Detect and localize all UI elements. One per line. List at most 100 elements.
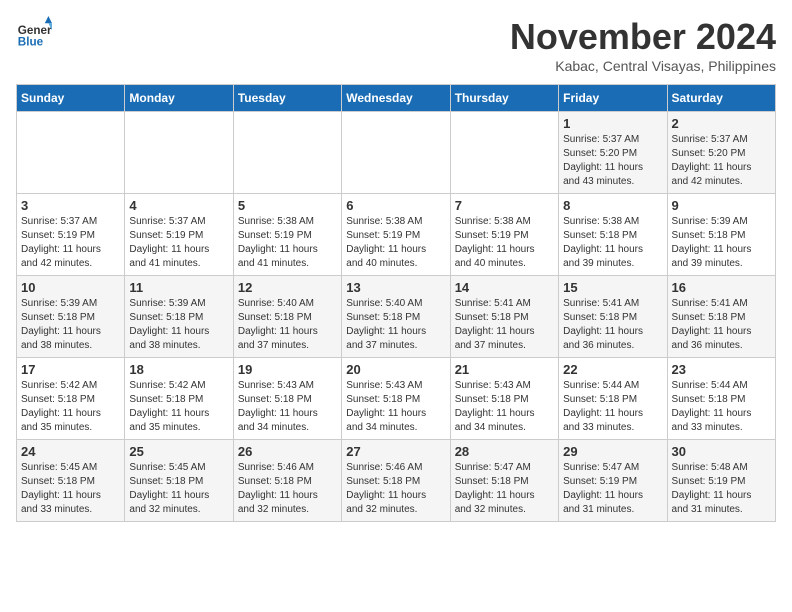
calendar-cell: 25 Sunrise: 5:45 AM Sunset: 5:18 PM Dayli… xyxy=(125,440,233,522)
day-number: 16 xyxy=(672,280,771,295)
day-info: Sunrise: 5:38 AM Sunset: 5:19 PM Dayligh… xyxy=(238,215,337,271)
day-info: Sunrise: 5:43 AM Sunset: 5:18 PM Dayligh… xyxy=(238,379,337,435)
location-title: Kabac, Central Visayas, Philippines xyxy=(510,58,776,74)
calendar-cell: 20Sunrise: 5:43 AM Sunset: 5:18 PM Dayli… xyxy=(342,358,450,440)
day-number: 1 xyxy=(563,116,662,131)
day-info: Sunrise: 5:37 AM Sunset: 5:20 PM Dayligh… xyxy=(672,133,771,189)
calendar-cell: 12 Sunrise: 5:40 AM Sunset: 5:18 PM Dayli… xyxy=(233,276,341,358)
day-info: Sunrise: 5:38 AM Sunset: 5:19 PM Dayligh… xyxy=(455,215,554,271)
day-info: Sunrise: 5:40 AM Sunset: 5:18 PM Dayligh… xyxy=(238,297,337,353)
calendar-week-row: 1 Sunrise: 5:37 AM Sunset: 5:20 PM Daylig… xyxy=(17,112,776,194)
calendar-cell: 5 Sunrise: 5:38 AM Sunset: 5:19 PM Daylig… xyxy=(233,194,341,276)
day-info: Sunrise: 5:39 AM Sunset: 5:18 PM Dayligh… xyxy=(129,297,228,353)
calendar-cell xyxy=(233,112,341,194)
day-info: Sunrise: 5:46 AM Sunset: 5:18 PM Dayligh… xyxy=(346,461,445,517)
day-info: Sunrise: 5:37 AM Sunset: 5:19 PM Dayligh… xyxy=(129,215,228,271)
month-title: November 2024 xyxy=(510,16,776,58)
day-info: Sunrise: 5:37 AM Sunset: 5:19 PM Dayligh… xyxy=(21,215,120,271)
calendar-cell: 2 Sunrise: 5:37 AM Sunset: 5:20 PM Daylig… xyxy=(667,112,775,194)
day-number: 4 xyxy=(129,198,228,213)
calendar-cell xyxy=(342,112,450,194)
day-info: Sunrise: 5:38 AM Sunset: 5:18 PM Dayligh… xyxy=(563,215,662,271)
calendar-header-cell: Sunday xyxy=(17,85,125,112)
logo: General Blue xyxy=(16,16,52,52)
calendar-cell: 1 Sunrise: 5:37 AM Sunset: 5:20 PM Daylig… xyxy=(559,112,667,194)
day-number: 19 xyxy=(238,362,337,377)
day-number: 29 xyxy=(563,444,662,459)
calendar-cell: 10 Sunrise: 5:39 AM Sunset: 5:18 PM Dayli… xyxy=(17,276,125,358)
day-info: Sunrise: 5:37 AM Sunset: 5:20 PM Dayligh… xyxy=(563,133,662,189)
svg-text:Blue: Blue xyxy=(18,36,44,49)
calendar-cell: 29 Sunrise: 5:47 AM Sunset: 5:19 PM Dayli… xyxy=(559,440,667,522)
day-number: 5 xyxy=(238,198,337,213)
day-info: Sunrise: 5:47 AM Sunset: 5:19 PM Dayligh… xyxy=(563,461,662,517)
logo-icon: General Blue xyxy=(16,16,52,52)
day-info: Sunrise: 5:43 AM Sunset: 5:18 PM Dayligh… xyxy=(455,379,554,435)
day-info: Sunrise: 5:47 AM Sunset: 5:18 PM Dayligh… xyxy=(455,461,554,517)
day-info: Sunrise: 5:46 AM Sunset: 5:18 PM Dayligh… xyxy=(238,461,337,517)
calendar-header-cell: Friday xyxy=(559,85,667,112)
calendar-week-row: 3 Sunrise: 5:37 AM Sunset: 5:19 PM Daylig… xyxy=(17,194,776,276)
calendar-header-cell: Monday xyxy=(125,85,233,112)
day-number: 6 xyxy=(346,198,445,213)
calendar-cell: 9 Sunrise: 5:39 AM Sunset: 5:18 PM Daylig… xyxy=(667,194,775,276)
calendar-cell: 8 Sunrise: 5:38 AM Sunset: 5:18 PM Daylig… xyxy=(559,194,667,276)
calendar-week-row: 10 Sunrise: 5:39 AM Sunset: 5:18 PM Dayli… xyxy=(17,276,776,358)
day-number: 7 xyxy=(455,198,554,213)
day-number: 3 xyxy=(21,198,120,213)
day-info: Sunrise: 5:39 AM Sunset: 5:18 PM Dayligh… xyxy=(672,215,771,271)
day-number: 12 xyxy=(238,280,337,295)
day-number: 10 xyxy=(21,280,120,295)
calendar-cell xyxy=(125,112,233,194)
day-number: 28 xyxy=(455,444,554,459)
calendar-cell: 21Sunrise: 5:43 AM Sunset: 5:18 PM Dayli… xyxy=(450,358,558,440)
day-number: 9 xyxy=(672,198,771,213)
day-info: Sunrise: 5:38 AM Sunset: 5:19 PM Dayligh… xyxy=(346,215,445,271)
calendar-week-row: 24 Sunrise: 5:45 AM Sunset: 5:18 PM Dayli… xyxy=(17,440,776,522)
day-info: Sunrise: 5:45 AM Sunset: 5:18 PM Dayligh… xyxy=(21,461,120,517)
day-number: 11 xyxy=(129,280,228,295)
calendar-table: SundayMondayTuesdayWednesdayThursdayFrid… xyxy=(16,84,776,522)
day-info: Sunrise: 5:44 AM Sunset: 5:18 PM Dayligh… xyxy=(563,379,662,435)
calendar-cell: 24 Sunrise: 5:45 AM Sunset: 5:18 PM Dayli… xyxy=(17,440,125,522)
calendar-cell: 16Sunrise: 5:41 AM Sunset: 5:18 PM Dayli… xyxy=(667,276,775,358)
calendar-cell: 28 Sunrise: 5:47 AM Sunset: 5:18 PM Dayli… xyxy=(450,440,558,522)
calendar-cell xyxy=(450,112,558,194)
calendar-cell: 6 Sunrise: 5:38 AM Sunset: 5:19 PM Daylig… xyxy=(342,194,450,276)
header: General Blue November 2024 Kabac, Centra… xyxy=(16,16,776,74)
calendar-cell: 17Sunrise: 5:42 AM Sunset: 5:18 PM Dayli… xyxy=(17,358,125,440)
calendar-cell: 14 Sunrise: 5:41 AM Sunset: 5:18 PM Dayli… xyxy=(450,276,558,358)
calendar-cell: 13 Sunrise: 5:40 AM Sunset: 5:18 PM Dayli… xyxy=(342,276,450,358)
day-info: Sunrise: 5:45 AM Sunset: 5:18 PM Dayligh… xyxy=(129,461,228,517)
day-number: 13 xyxy=(346,280,445,295)
calendar-body: 1 Sunrise: 5:37 AM Sunset: 5:20 PM Daylig… xyxy=(17,112,776,522)
day-number: 14 xyxy=(455,280,554,295)
calendar-cell: 30Sunrise: 5:48 AM Sunset: 5:19 PM Dayli… xyxy=(667,440,775,522)
day-info: Sunrise: 5:44 AM Sunset: 5:18 PM Dayligh… xyxy=(672,379,771,435)
day-info: Sunrise: 5:41 AM Sunset: 5:18 PM Dayligh… xyxy=(455,297,554,353)
day-number: 24 xyxy=(21,444,120,459)
day-number: 8 xyxy=(563,198,662,213)
day-info: Sunrise: 5:41 AM Sunset: 5:18 PM Dayligh… xyxy=(563,297,662,353)
calendar-header-cell: Saturday xyxy=(667,85,775,112)
calendar-cell: 23Sunrise: 5:44 AM Sunset: 5:18 PM Dayli… xyxy=(667,358,775,440)
day-number: 15 xyxy=(563,280,662,295)
calendar-header-cell: Wednesday xyxy=(342,85,450,112)
calendar-cell: 19 Sunrise: 5:43 AM Sunset: 5:18 PM Dayli… xyxy=(233,358,341,440)
calendar-header-cell: Thursday xyxy=(450,85,558,112)
day-number: 25 xyxy=(129,444,228,459)
day-info: Sunrise: 5:42 AM Sunset: 5:18 PM Dayligh… xyxy=(129,379,228,435)
day-info: Sunrise: 5:40 AM Sunset: 5:18 PM Dayligh… xyxy=(346,297,445,353)
calendar-cell: 3 Sunrise: 5:37 AM Sunset: 5:19 PM Daylig… xyxy=(17,194,125,276)
calendar-cell: 11 Sunrise: 5:39 AM Sunset: 5:18 PM Dayli… xyxy=(125,276,233,358)
day-number: 26 xyxy=(238,444,337,459)
title-area: November 2024 Kabac, Central Visayas, Ph… xyxy=(510,16,776,74)
day-info: Sunrise: 5:39 AM Sunset: 5:18 PM Dayligh… xyxy=(21,297,120,353)
calendar-week-row: 17Sunrise: 5:42 AM Sunset: 5:18 PM Dayli… xyxy=(17,358,776,440)
day-number: 2 xyxy=(672,116,771,131)
calendar-cell: 18 Sunrise: 5:42 AM Sunset: 5:18 PM Dayli… xyxy=(125,358,233,440)
day-number: 27 xyxy=(346,444,445,459)
day-info: Sunrise: 5:48 AM Sunset: 5:19 PM Dayligh… xyxy=(672,461,771,517)
day-number: 20 xyxy=(346,362,445,377)
day-number: 18 xyxy=(129,362,228,377)
